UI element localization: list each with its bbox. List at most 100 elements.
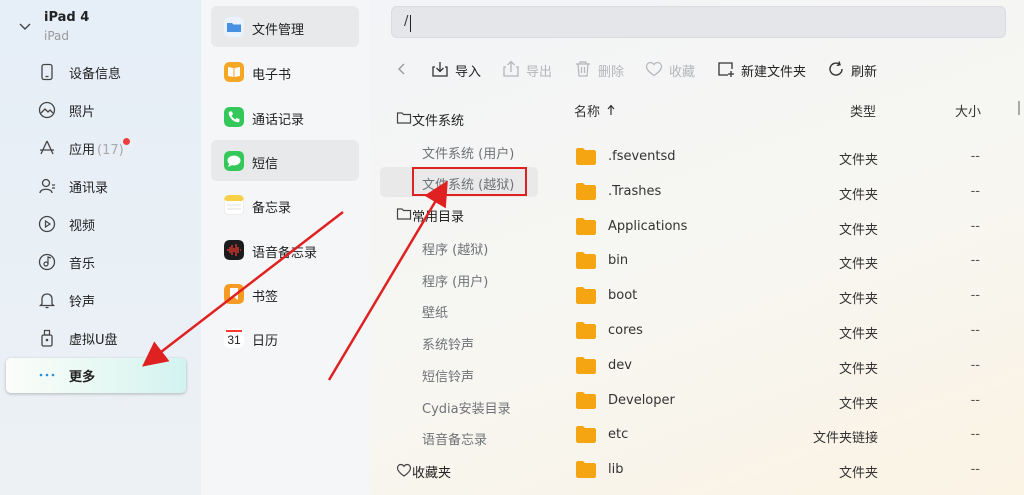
column-resize-handle[interactable] xyxy=(1018,101,1020,115)
folder-icon xyxy=(576,356,596,374)
file-table: 名称 类型 大小 .fseventsd 文件夹 -- .Trashes 文件夹 -- App… xyxy=(548,90,1024,495)
file-type: 文件夹 xyxy=(838,153,878,168)
table-row[interactable]: .fseventsd 文件夹 -- xyxy=(548,140,1024,175)
export-icon xyxy=(503,60,519,77)
photo-icon xyxy=(38,101,56,119)
tree-item-cydia-dir[interactable]: Cydia安装目录 xyxy=(380,391,538,421)
sidebar-item-apps[interactable]: 应用 (17) xyxy=(6,131,186,165)
tree-item-system-ringtones[interactable]: 系统铃声 xyxy=(380,327,538,357)
folder-outline-icon xyxy=(396,208,412,220)
heart-icon xyxy=(645,61,663,77)
table-row[interactable]: dev 文件夹 -- xyxy=(548,349,1024,384)
file-name: cores xyxy=(608,323,643,338)
table-row[interactable]: boot 文件夹 -- xyxy=(548,279,1024,314)
tree-item-voice-memos[interactable]: 语音备忘录 xyxy=(380,422,538,452)
sidebar-item-label: 音乐 xyxy=(69,257,96,272)
folder-icon xyxy=(576,217,596,235)
file-size: -- xyxy=(970,392,980,408)
app-item-label: 文件管理 xyxy=(252,23,305,38)
bookmark-app-icon xyxy=(224,284,244,304)
contacts-icon xyxy=(39,178,55,194)
tree-item-apps-user[interactable]: 程序 (用户) xyxy=(380,264,538,294)
column-header-type[interactable]: 类型 xyxy=(850,101,876,120)
sidebar-item-more[interactable]: 更多 xyxy=(6,358,186,393)
file-type: 文件夹 xyxy=(838,257,878,273)
tree-item-sms-ringtones[interactable]: 短信铃声 xyxy=(380,359,538,389)
tree-item-fs-user[interactable]: 文件系统 (用户) xyxy=(380,136,538,166)
sidebar-item-virtual-usb[interactable]: 虚拟U盘 xyxy=(6,321,186,355)
app-item-label: 通话记录 xyxy=(252,113,305,128)
sidebar-item-label: 铃声 xyxy=(69,295,96,310)
app-item-calendar[interactable]: 31 日历 xyxy=(211,317,359,358)
app-item-ebooks[interactable]: 电子书 xyxy=(211,51,359,92)
book-app-icon xyxy=(224,62,244,82)
file-size: -- xyxy=(970,288,980,304)
apps-count: (17) xyxy=(97,143,124,158)
folder-icon xyxy=(576,322,596,339)
tree-item-wallpaper[interactable]: 壁纸 xyxy=(380,295,538,325)
notes-app-icon xyxy=(224,195,244,215)
apps-panel: 文件管理 电子书 通话记录 短信 备忘录 语音备忘录 书签 31 日历 xyxy=(201,0,370,495)
sidebar-item-photos[interactable]: 照片 xyxy=(6,93,186,127)
file-size: -- xyxy=(970,183,980,199)
back-icon[interactable] xyxy=(394,60,410,78)
file-size: -- xyxy=(970,462,980,478)
app-item-file-manager[interactable]: 文件管理 xyxy=(211,6,359,47)
annotation-highlight-box xyxy=(412,167,527,196)
file-type: 文件夹 xyxy=(838,466,878,482)
file-name: boot xyxy=(608,288,638,304)
file-size: -- xyxy=(970,218,980,234)
path-value[interactable]: / xyxy=(404,14,408,29)
app-item-bookmarks[interactable]: 书签 xyxy=(211,273,359,314)
phone-app-icon xyxy=(224,107,244,127)
tree-item-common-dirs[interactable]: 常用目录 xyxy=(380,199,538,229)
tree-item-favorites[interactable]: 收藏夹 xyxy=(380,455,538,485)
file-size: -- xyxy=(970,427,980,443)
file-size: -- xyxy=(970,149,980,164)
table-row[interactable]: etc 文件夹链接 -- xyxy=(548,418,1024,453)
calendar-app-icon: 31 xyxy=(224,328,244,348)
sidebar-item-label: 应用 (17) xyxy=(69,143,124,158)
table-row[interactable]: .Trashes 文件夹 -- xyxy=(548,175,1024,210)
app-item-label: 备忘录 xyxy=(252,201,292,216)
path-input[interactable]: / xyxy=(391,6,1006,38)
app-item-label: 语音备忘录 xyxy=(252,246,318,261)
device-header[interactable]: iPad 4 iPad xyxy=(18,10,198,46)
phone-icon xyxy=(41,63,53,81)
app-item-voice-memos[interactable]: 语音备忘录 xyxy=(211,229,359,270)
file-name: Applications xyxy=(608,218,688,234)
file-size: -- xyxy=(970,253,980,269)
refresh-icon xyxy=(829,61,843,76)
table-row[interactable]: lib 文件夹 -- xyxy=(548,453,1024,488)
app-item-messages[interactable]: 短信 xyxy=(211,140,359,181)
column-header-size[interactable]: 大小 xyxy=(955,101,981,120)
folder-icon xyxy=(576,426,596,444)
file-type: 文件夹 xyxy=(838,327,878,342)
folder-icon xyxy=(576,391,596,409)
file-size: -- xyxy=(970,323,980,338)
device-type: iPad xyxy=(44,29,70,43)
folder-app-icon xyxy=(224,17,244,37)
sidebar-item-music[interactable]: 音乐 xyxy=(6,245,186,279)
table-row[interactable]: cores 文件夹 -- xyxy=(548,314,1024,349)
file-type: 文件夹 xyxy=(838,187,878,203)
sidebar-item-device-info[interactable]: 设备信息 xyxy=(6,55,186,89)
file-name: .Trashes xyxy=(608,183,662,199)
trash-icon xyxy=(576,61,590,77)
app-item-call-log[interactable]: 通话记录 xyxy=(211,96,359,137)
table-row[interactable]: bin 文件夹 -- xyxy=(548,244,1024,279)
tree-item-filesystem[interactable]: 文件系统 xyxy=(380,103,538,133)
table-row[interactable]: Applications 文件夹 -- xyxy=(548,210,1024,245)
sidebar-item-ringtones[interactable]: 铃声 xyxy=(6,283,186,317)
file-name: bin xyxy=(608,253,629,269)
sidebar-item-video[interactable]: 视频 xyxy=(6,207,186,241)
file-name: lib xyxy=(608,462,624,478)
app-item-notes[interactable]: 备忘录 xyxy=(211,184,359,225)
file-type: 文件夹 xyxy=(838,396,878,412)
chevron-down-icon[interactable] xyxy=(18,19,32,33)
table-row[interactable]: Developer 文件夹 -- xyxy=(548,384,1024,419)
sidebar-item-contacts[interactable]: 通讯录 xyxy=(6,169,186,203)
column-header-name[interactable]: 名称 xyxy=(574,101,616,120)
table-header: 名称 类型 大小 xyxy=(548,90,1024,128)
tree-item-apps-jailbreak[interactable]: 程序 (越狱) xyxy=(380,232,538,262)
